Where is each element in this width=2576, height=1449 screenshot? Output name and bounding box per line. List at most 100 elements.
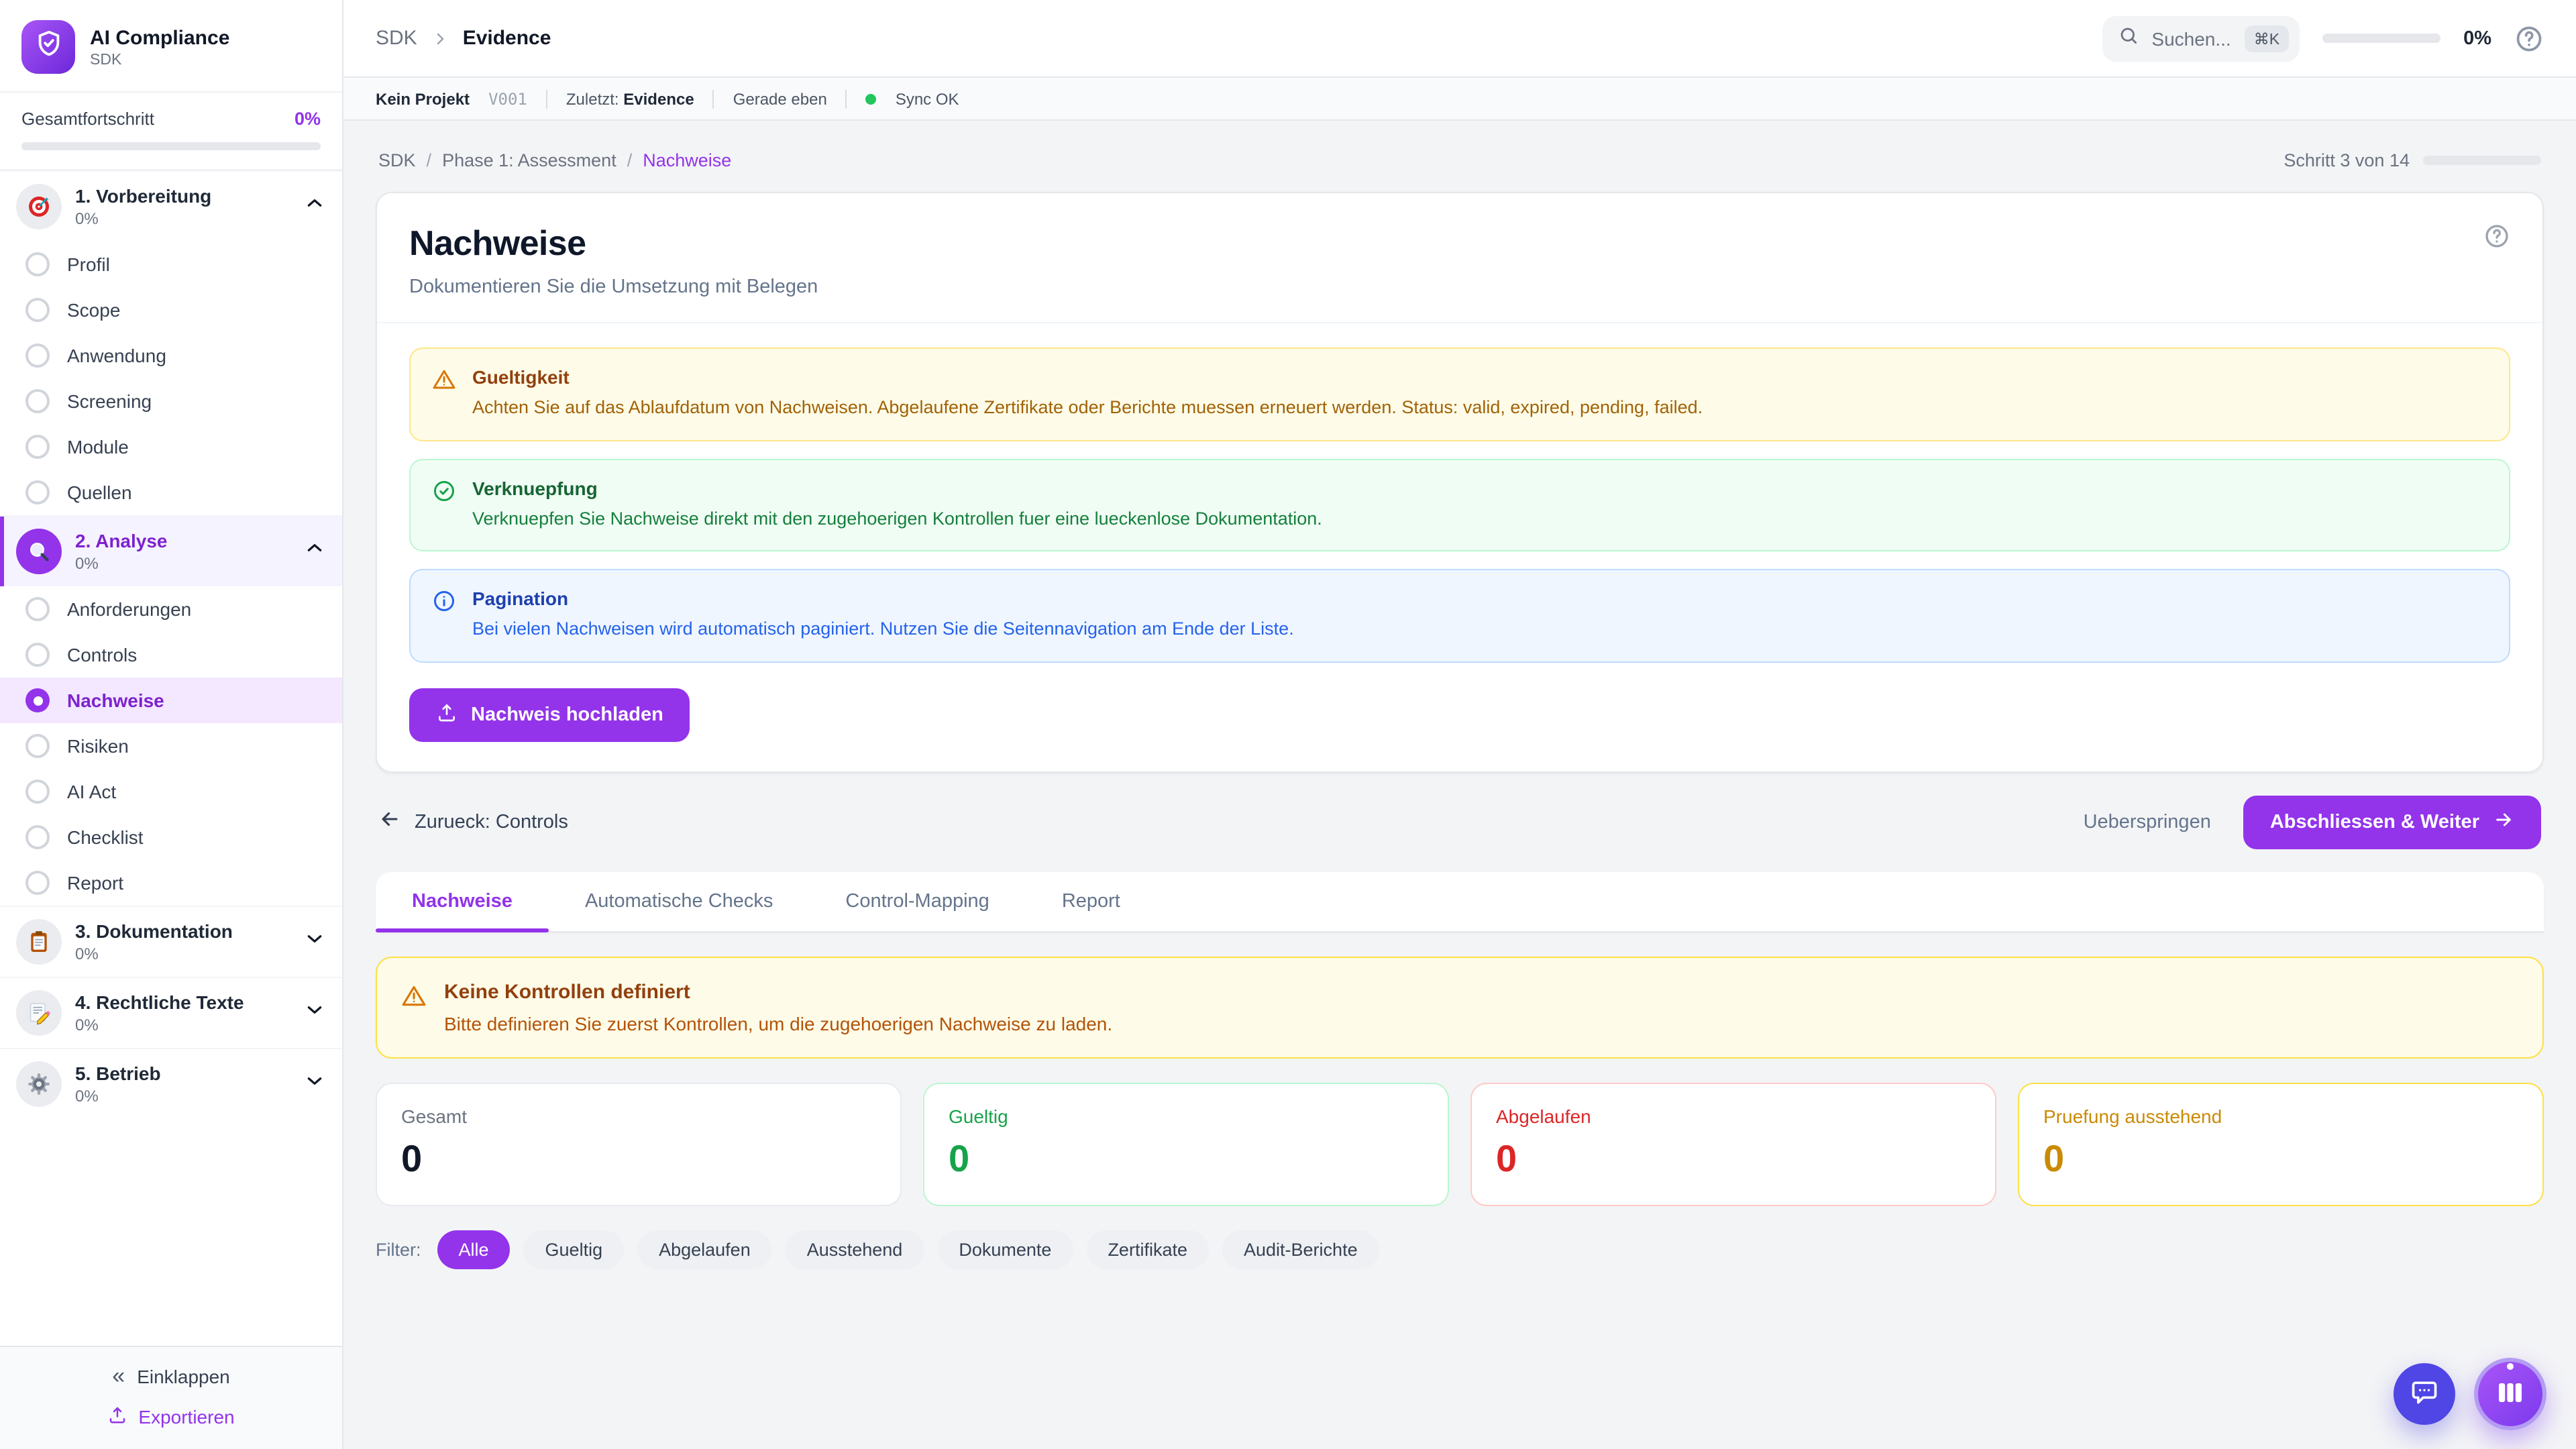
complete-and-next-button[interactable]: Abschliessen & Weiter [2243,795,2541,849]
stat-card-gueltig: Gueltig 0 [923,1082,1449,1205]
stat-value: 0 [949,1137,1424,1180]
alert-pagination: Pagination Bei vielen Nachweisen wird au… [409,569,2510,662]
memo-icon [16,990,62,1036]
clipboard-icon [16,919,62,965]
sidebar-section-analyse[interactable]: 2. Analyse 0% [0,515,342,586]
stat-card-pruefung-ausstehend: Pruefung ausstehend 0 [2018,1082,2544,1205]
sidebar-item-label: Screening [67,390,152,412]
sidebar-section-rechtliche-texte[interactable]: 4. Rechtliche Texte 0% [0,977,342,1048]
help-icon[interactable] [2514,23,2544,53]
stat-card-abgelaufen: Abgelaufen 0 [1470,1082,1996,1205]
sidebar-item-label: Nachweise [67,690,164,711]
columns-fab-button[interactable] [2474,1358,2546,1430]
upload-evidence-button[interactable]: Nachweis hochladen [409,688,690,741]
filter-chip-ausstehend[interactable]: Ausstehend [786,1230,924,1269]
tab-control-mapping[interactable]: Control-Mapping [809,871,1025,930]
chevron-down-icon [306,930,323,954]
chevron-up-icon [306,195,323,219]
page-breadcrumb-phase[interactable]: Phase 1: Assessment [442,150,616,170]
radio-icon [25,734,50,758]
warning-title: Keine Kontrollen definiert [444,980,1112,1003]
alert-gueltigkeit: Gueltigkeit Achten Sie auf das Ablaufdat… [409,347,2510,441]
sidebar-item-module[interactable]: Module [0,424,342,470]
tab-report[interactable]: Report [1026,871,1157,930]
sidebar-item-label: Controls [67,644,137,665]
sidebar-item-quellen[interactable]: Quellen [0,470,342,515]
columns-icon [2494,1376,2526,1412]
app-title: AI Compliance [90,26,229,49]
chevron-down-icon [306,1001,323,1025]
filter-chip-zertifikate[interactable]: Zertifikate [1086,1230,1209,1269]
skip-button[interactable]: Ueberspringen [2084,811,2211,833]
sidebar-item-nachweise[interactable]: Nachweise [0,678,342,723]
back-link[interactable]: Zurueck: Controls [378,808,568,836]
breadcrumb-root[interactable]: SDK [376,27,417,50]
filter-chip-abgelaufen[interactable]: Abgelaufen [637,1230,772,1269]
warning-triangle-icon [401,980,427,1034]
sidebar-footer: « Einklappen Exportieren [0,1346,342,1449]
gear-icon [16,1061,62,1107]
wizard-nav-row: Zurueck: Controls Ueberspringen Abschlie… [378,795,2541,849]
tab-nachweise[interactable]: Nachweise [376,871,549,930]
chevron-right-icon [432,30,448,46]
sidebar-item-report[interactable]: Report [0,860,342,906]
app-window: AI Compliance SDK Gesamtfortschritt 0% 1… [0,0,2576,1449]
arrow-left-icon [378,808,401,836]
sidebar-item-ai-act[interactable]: AI Act [0,769,342,814]
divider [713,89,714,108]
sidebar-item-anforderungen[interactable]: Anforderungen [0,586,342,632]
alert-text: Achten Sie auf das Ablaufdatum von Nachw… [472,394,1703,421]
sidebar-item-label: Module [67,436,129,458]
page-breadcrumb-root[interactable]: SDK [378,150,416,170]
sidebar-item-label: Checklist [67,826,144,848]
stat-card-gesamt: Gesamt 0 [376,1082,902,1205]
help-circle-icon[interactable] [2483,223,2510,298]
target-icon [16,184,62,229]
step-progress-bar [2423,156,2541,165]
app-logo [21,20,75,74]
stats-row: Gesamt 0 Gueltig 0 Abgelaufen 0 Pruefung… [376,1082,2544,1205]
collapse-sidebar-button[interactable]: « Einklappen [112,1364,230,1387]
sidebar-item-label: Scope [67,299,120,321]
sidebar-item-label: Anforderungen [67,598,191,620]
export-button[interactable]: Exportieren [107,1405,234,1429]
chevron-up-icon [306,539,323,564]
warning-text: Bitte definieren Sie zuerst Kontrollen, … [444,1012,1112,1034]
sync-status-dot [866,93,877,104]
chat-fab-button[interactable] [2394,1363,2455,1425]
sidebar-item-anwendung[interactable]: Anwendung [0,333,342,378]
export-label: Exportieren [138,1406,234,1428]
search-input[interactable]: Suchen... ⌘K [2102,15,2300,61]
page-breadcrumb-current: Nachweise [643,150,731,170]
step-indicator: Schritt 3 von 14 [2284,150,2541,170]
section-label: 3. Dokumentation [75,920,233,944]
filter-chip-alle[interactable]: Alle [437,1230,511,1269]
stat-label: Abgelaufen [1496,1105,1971,1126]
sidebar-item-scope[interactable]: Scope [0,287,342,333]
overall-progress-value: 0% [294,109,321,129]
divider [546,89,547,108]
alert-title: Gueltigkeit [472,366,1703,388]
filter-chip-gueltig[interactable]: Gueltig [524,1230,625,1269]
section-progress: 0% [75,555,168,574]
alert-title: Pagination [472,588,1294,609]
stat-label: Gueltig [949,1105,1424,1126]
main-area: SDK Evidence Suchen... ⌘K 0% Kein Projek… [343,0,2576,1449]
sidebar-section-dokumentation[interactable]: 3. Dokumentation 0% [0,906,342,977]
tab-automatische-checks[interactable]: Automatische Checks [549,871,809,930]
filter-chip-audit-berichte[interactable]: Audit-Berichte [1222,1230,1379,1269]
breadcrumb: SDK Evidence [376,27,551,50]
stat-label: Pruefung ausstehend [2043,1105,2518,1126]
overall-progress: Gesamtfortschritt 0% [0,91,342,169]
sidebar-item-profil[interactable]: Profil [0,241,342,287]
filter-chip-dokumente[interactable]: Dokumente [937,1230,1073,1269]
keyboard-shortcut-badge: ⌘K [2245,25,2289,52]
sidebar-item-screening[interactable]: Screening [0,378,342,424]
sidebar-item-controls[interactable]: Controls [0,632,342,678]
sidebar-item-risiken[interactable]: Risiken [0,723,342,769]
section-progress: 0% [75,945,233,964]
sidebar-section-betrieb[interactable]: 5. Betrieb 0% [0,1048,342,1119]
magnifier-icon [16,529,62,574]
sidebar-item-checklist[interactable]: Checklist [0,814,342,860]
sidebar-section-vorbereitung[interactable]: 1. Vorbereitung 0% [0,170,342,241]
